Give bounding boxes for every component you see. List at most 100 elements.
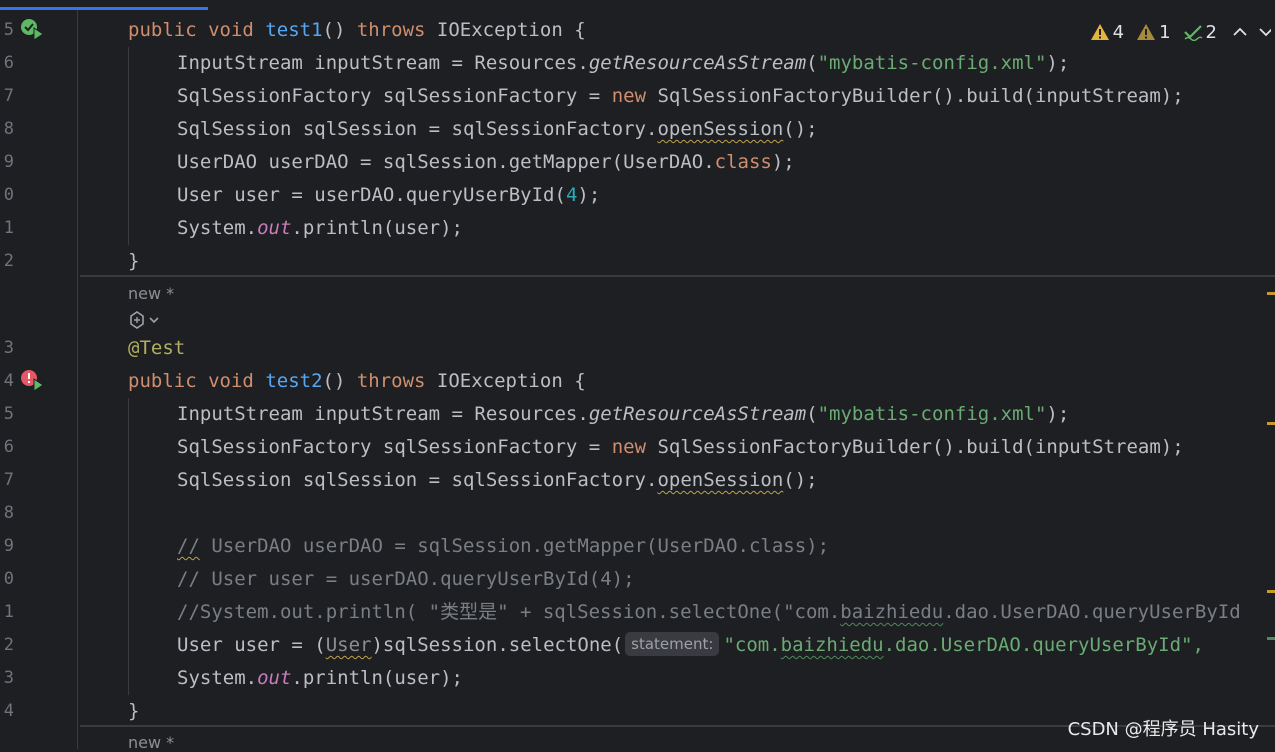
weak-warnings-counter[interactable]: 1	[1136, 22, 1171, 43]
weak-warning-icon	[1137, 24, 1156, 40]
line-number: 8	[3, 119, 14, 139]
code-token: SqlSessionFactoryBuilder().build(inputSt…	[646, 436, 1184, 458]
keyword: new	[611, 85, 647, 107]
code-token: );	[577, 184, 601, 206]
code-line[interactable]: User user = (User)sqlSession.selectOne(s…	[177, 629, 1204, 662]
line-number: 9	[3, 536, 14, 556]
code-line[interactable]: InputStream inputStream = Resources.getR…	[177, 398, 1069, 431]
code-token: User user = userDAO.queryUserById(	[177, 184, 566, 206]
code-token: IOException {	[425, 370, 586, 392]
keyword: public	[128, 19, 197, 41]
static-field: out	[257, 217, 292, 239]
watermark: CSDN @程序员 Hasity	[1067, 719, 1259, 740]
line-number: 6	[3, 437, 14, 457]
annotation[interactable]: @Test	[128, 332, 185, 365]
line-number: 6	[3, 53, 14, 73]
warning-token: //	[177, 535, 200, 557]
line-number: 2	[3, 635, 14, 655]
editor-tab-strip	[0, 0, 1275, 10]
string-literal: "com.	[723, 634, 781, 656]
code-token: System.	[177, 667, 258, 689]
code-line[interactable]: UserDAO userDAO = sqlSession.getMapper(U…	[177, 146, 795, 179]
code-token: SqlSession sqlSession = sqlSessionFactor…	[177, 118, 658, 140]
code-lens-author[interactable]: new *	[128, 733, 174, 752]
comment-text: .dao.UserDAO.queryUserById	[943, 601, 1241, 623]
code-line-method-signature[interactable]: public void test2() throws IOException {	[128, 365, 586, 398]
line-number: 2	[3, 251, 14, 271]
keyword: throws	[356, 19, 426, 41]
string-literal: .dao.UserDAO.queryUserById",	[883, 634, 1204, 656]
scrollbar-warning-marker[interactable]	[1267, 422, 1275, 425]
warning-token: openSession	[657, 469, 784, 491]
code-token: (	[806, 403, 818, 425]
inspection-widget[interactable]: 4 1 2	[1089, 18, 1275, 46]
indent-guide	[128, 398, 129, 695]
comment-line[interactable]: // User user = userDAO.queryUserById(4);	[177, 563, 635, 596]
line-number: 8	[3, 503, 14, 523]
string-literal: "mybatis-config.xml"	[817, 52, 1047, 74]
keyword: class	[714, 151, 772, 173]
run-test-passed-icon[interactable]	[20, 18, 46, 42]
line-number: 5	[3, 404, 14, 424]
code-line-method-signature[interactable]: public void test1() throws IOException {	[128, 14, 586, 47]
line-number: 4	[3, 701, 14, 721]
code-token: .println(user);	[291, 217, 463, 239]
chevron-up-icon[interactable]	[1229, 23, 1251, 41]
code-token: (	[806, 52, 818, 74]
code-token: )sqlSession.selectOne(	[371, 634, 624, 656]
code-token: SqlSession sqlSession = sqlSessionFactor…	[177, 469, 658, 491]
comment-line[interactable]: //System.out.println( "类型是" + sqlSession…	[177, 596, 1241, 629]
code-line[interactable]: System.out.println(user);	[177, 212, 463, 245]
code-token: UserDAO userDAO = sqlSession.getMapper(U…	[177, 151, 715, 173]
typo-token: baizhiedu	[840, 601, 944, 623]
code-token: .println(user);	[291, 667, 463, 689]
ai-assistant-icon[interactable]	[128, 309, 162, 331]
code-line[interactable]: SqlSessionFactory sqlSessionFactory = ne…	[177, 431, 1184, 464]
static-method: getResourceAsStream	[588, 403, 807, 425]
code-line[interactable]: SqlSessionFactory sqlSessionFactory = ne…	[177, 80, 1184, 113]
code-line[interactable]: }	[128, 695, 139, 728]
line-number: 3	[3, 338, 14, 358]
code-line[interactable]: InputStream inputStream = Resources.getR…	[177, 47, 1069, 80]
line-number: 0	[3, 185, 14, 205]
typo-token: baizhiedu	[780, 634, 884, 656]
string-literal: "mybatis-config.xml"	[817, 403, 1047, 425]
static-method: getResourceAsStream	[588, 52, 807, 74]
code-token: );	[1046, 403, 1070, 425]
code-line[interactable]: System.out.println(user);	[177, 662, 463, 695]
warning-token: openSession	[657, 118, 784, 140]
keyword: public	[128, 370, 197, 392]
keyword: void	[208, 370, 254, 392]
line-number: 4	[3, 371, 14, 391]
code-token: SqlSessionFactory sqlSessionFactory =	[177, 85, 612, 107]
code-line[interactable]: }	[128, 245, 139, 278]
line-number: 0	[3, 569, 14, 589]
keyword: throws	[356, 370, 426, 392]
code-token: User user = (	[177, 634, 326, 656]
number-literal: 4	[565, 184, 578, 206]
code-token: ()	[322, 370, 357, 392]
code-token: InputStream inputStream = Resources.	[177, 52, 589, 74]
chevron-down-icon[interactable]	[1257, 23, 1271, 41]
warnings-counter[interactable]: 4	[1090, 22, 1124, 43]
code-lens-author[interactable]: new *	[128, 284, 174, 303]
scrollbar-warning-marker[interactable]	[1267, 590, 1275, 593]
keyword: void	[208, 19, 254, 41]
code-token: ();	[783, 118, 818, 140]
run-test-failed-icon[interactable]	[20, 369, 46, 393]
line-number: 3	[3, 668, 14, 688]
line-number: 1	[3, 602, 14, 622]
scrollbar-typo-marker[interactable]	[1267, 637, 1275, 640]
scrollbar-warning-marker[interactable]	[1267, 292, 1275, 295]
code-line[interactable]: User user = userDAO.queryUserById(4);	[177, 179, 600, 212]
typos-count: 2	[1205, 21, 1217, 43]
method-separator	[80, 275, 1275, 277]
code-token: InputStream inputStream = Resources.	[177, 403, 589, 425]
parameter-hint: statement:	[625, 632, 720, 656]
code-line[interactable]: SqlSession sqlSession = sqlSessionFactor…	[177, 464, 818, 497]
comment-line[interactable]: // UserDAO userDAO = sqlSession.getMappe…	[177, 530, 829, 563]
typos-counter[interactable]: 2	[1183, 22, 1217, 43]
comment-text: UserDAO userDAO = sqlSession.getMapper(U…	[199, 535, 830, 557]
code-line[interactable]: SqlSession sqlSession = sqlSessionFactor…	[177, 113, 818, 146]
comment-text: //System.out.println( "类型是" + sqlSession…	[177, 601, 841, 623]
